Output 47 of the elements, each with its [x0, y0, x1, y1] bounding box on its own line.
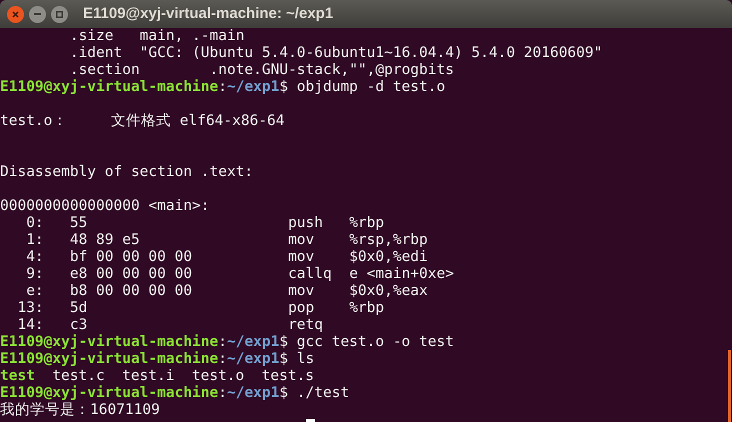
output-line: e: b8 00 00 00 00 mov $0x0,%eax	[25, 283, 428, 300]
prompt-path: ~/exp1	[226, 79, 280, 96]
close-button[interactable]	[7, 6, 24, 22]
output-line: 0: 55 push %rbp	[25, 215, 384, 232]
file-name: test.o	[192, 368, 244, 385]
prompt-symbol: $	[279, 79, 288, 96]
file-name: test.c	[52, 368, 105, 385]
prompt-separator: :	[218, 334, 227, 351]
minimize-button[interactable]	[29, 6, 46, 22]
output-line: 4: bf 00 00 00 00 mov $0x0,%edi	[25, 249, 428, 266]
prompt-path: ~/exp1	[226, 385, 280, 402]
prompt-symbol: $	[279, 334, 288, 351]
command-text: objdump -d test.o	[296, 79, 446, 96]
output-line: Disassembly of section .text:	[0, 164, 254, 181]
command-text: gcc test.o -o test	[296, 334, 454, 351]
output-line: 0000000000000000 <main>:	[0, 198, 210, 215]
output-line: .size main, .-main	[68, 28, 244, 45]
command-text: ./test	[296, 385, 350, 402]
scrollbar-thumb[interactable]	[728, 350, 731, 422]
prompt-separator: :	[218, 351, 227, 368]
prompt-path: ~/exp1	[226, 351, 280, 368]
prompt-symbol: $	[279, 385, 288, 402]
maximize-icon	[56, 10, 63, 18]
prompt-user-host: E1109@xyj-virtual-machine	[0, 385, 218, 402]
prompt-user-host: E1109@xyj-virtual-machine	[0, 351, 218, 368]
minimize-icon	[34, 13, 41, 15]
output-line: 9: e8 00 00 00 00 callq e <main+0xe>	[25, 266, 454, 283]
prompt-path: ~/exp1	[226, 334, 280, 351]
prompt-user-host: E1109@xyj-virtual-machine	[0, 79, 218, 96]
prompt-symbol: $	[279, 351, 288, 368]
prompt-separator: :	[218, 79, 227, 96]
output-line: .ident "GCC: (Ubuntu 5.4.0-6ubuntu1~16.04.4) 5.4.0 20160609"	[68, 45, 602, 62]
output-line: 14: c3 retq	[16, 317, 324, 334]
file-name: test.i	[122, 368, 174, 385]
output-line: .section .note.GNU-stack,"",@progbits	[68, 62, 454, 79]
prompt-separator: :	[218, 385, 227, 402]
output-line: 1: 48 89 e5 mov %rsp,%rbp	[25, 232, 428, 249]
output-line: test.o： 文件格式 elf64-x86-64	[0, 113, 285, 130]
prompt-user-host: E1109@xyj-virtual-machine	[0, 334, 218, 351]
file-name: test	[0, 368, 35, 385]
close-icon	[12, 10, 19, 18]
output-line: 13: 5d pop %rbp	[16, 300, 384, 317]
output-line: 我的学号是：16071109	[0, 402, 160, 419]
maximize-button[interactable]	[51, 6, 68, 22]
file-name: test.s	[262, 368, 314, 385]
window-title: E1109@xyj-virtual-machine: ~/exp1	[83, 4, 334, 24]
command-text: ls	[296, 351, 314, 368]
